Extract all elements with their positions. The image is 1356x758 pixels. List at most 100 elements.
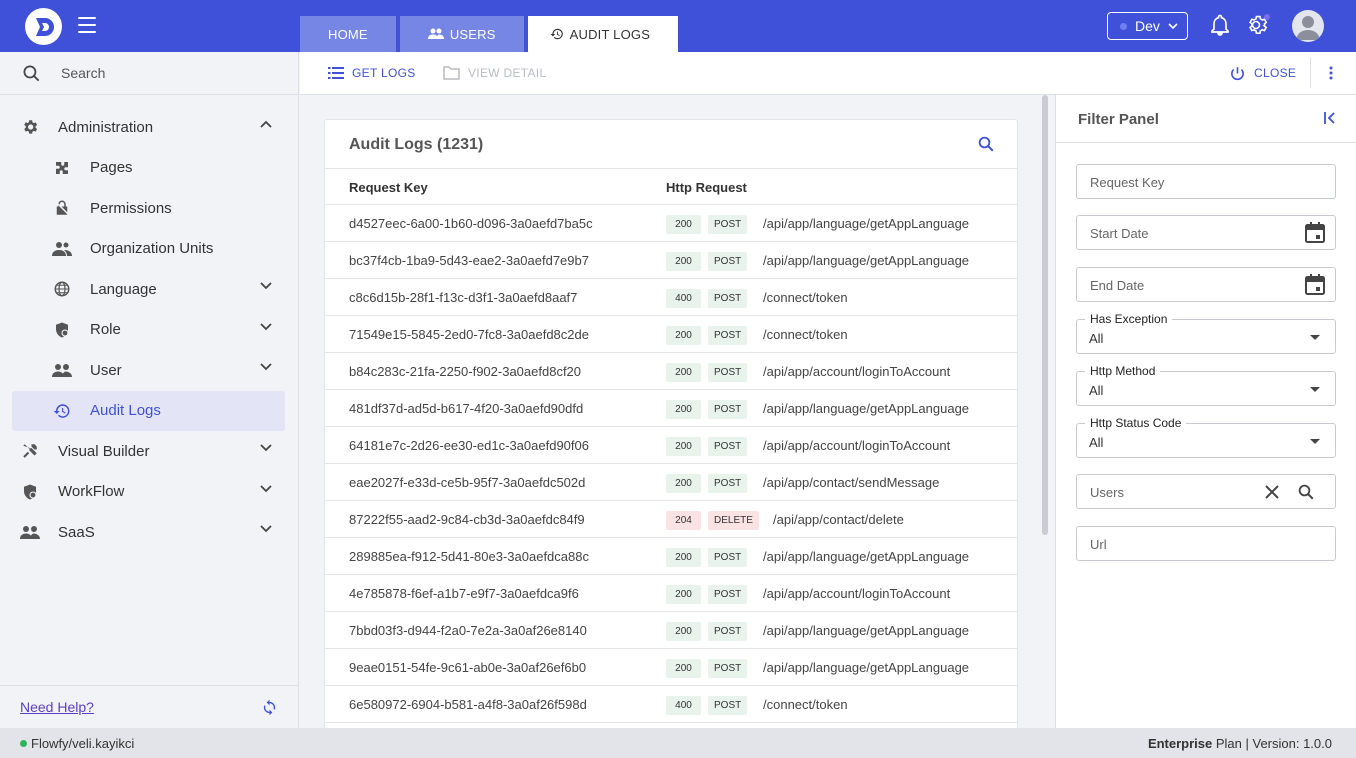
- users-field[interactable]: Users: [1076, 474, 1336, 509]
- search-icon[interactable]: [1297, 483, 1315, 501]
- sidebar-item-role[interactable]: Role: [0, 310, 298, 351]
- table-row[interactable]: 6e580972-6904-b581-a4f8-3a0af26f598d 400 P…: [325, 686, 1017, 723]
- app-logo[interactable]: [25, 8, 62, 45]
- need-help-link[interactable]: Need Help?: [20, 699, 94, 715]
- env-status-dot: [1120, 22, 1127, 30]
- tab-audit-logs-label: AUDIT LOGS: [569, 26, 651, 42]
- table-row[interactable]: 9eae0151-54fe-9c61-ab0e-3a0af26ef6b0 200 P…: [325, 649, 1017, 686]
- dropdown-caret-icon: [1310, 439, 1320, 444]
- method-badge: POST: [708, 363, 748, 382]
- http-status-code-label: Http Status Code: [1085, 416, 1187, 430]
- table-row[interactable]: 4e785878-f6ef-a1b7-e9f7-3a0aefdca9f6 200 P…: [325, 575, 1017, 612]
- method-badge: POST: [708, 696, 748, 715]
- status-badge: 200: [666, 474, 701, 493]
- has-exception-value: All: [1089, 331, 1104, 346]
- collapse-panel-icon[interactable]: [1324, 112, 1336, 124]
- sidebar-search-placeholder: Search: [61, 65, 106, 81]
- request-url-cell: /connect/token: [763, 697, 848, 712]
- request-url-cell: /api/app/language/getAppLanguage: [763, 253, 970, 268]
- environment-select[interactable]: Dev: [1107, 12, 1188, 40]
- request-key-cell: 481df37d-ad5d-b617-4f20-3a0aefd90dfd: [349, 401, 584, 416]
- sidebar-item-organization-units[interactable]: Organization Units: [0, 229, 298, 270]
- calendar-icon[interactable]: [1305, 274, 1325, 295]
- request-url-cell: /connect/token: [763, 327, 848, 342]
- refresh-icon[interactable]: [261, 699, 278, 716]
- http-method-select[interactable]: Http Method All: [1076, 364, 1336, 406]
- search-icon[interactable]: [977, 135, 995, 153]
- bell-icon[interactable]: [1208, 13, 1232, 37]
- table-row[interactable]: 71549e15-5845-2ed0-7fc8-3a0aefd8c2de 200 P…: [325, 316, 1017, 353]
- method-badge: POST: [708, 585, 748, 604]
- top-bar: HOME USERS AUDIT LOGS Dev: [0, 0, 1356, 52]
- table-row[interactable]: c8c6d15b-28f1-f13c-d3f1-3a0aefd8aaf7 400 P…: [325, 279, 1017, 316]
- close-button[interactable]: CLOSE: [1229, 52, 1296, 94]
- sidebar-item-label: Permissions: [90, 199, 172, 217]
- view-detail-button[interactable]: VIEW DETAIL: [443, 52, 546, 94]
- table-row[interactable]: 7bbd03f3-d944-f2a0-7e2a-3a0af26e8140 200 P…: [325, 612, 1017, 649]
- more-vertical-icon[interactable]: [1329, 66, 1333, 80]
- sidebar-item-permissions[interactable]: Permissions: [0, 188, 298, 229]
- card-title: Audit Logs (1231): [349, 136, 484, 153]
- plan-version: Plan | Version: 1.0.0: [1215, 736, 1332, 751]
- sidebar-nav: Administration Pages Permissions Organiz…: [0, 95, 298, 553]
- tab-home[interactable]: HOME: [300, 16, 396, 52]
- power-icon: [1231, 66, 1244, 80]
- sidebar-item-label: Administration: [58, 118, 154, 136]
- sidebar-item-label: Visual Builder: [58, 442, 150, 460]
- status-badge: 200: [666, 215, 701, 234]
- menu-toggle-icon[interactable]: [78, 17, 96, 33]
- table-row[interactable]: b84c283c-21fa-2250-f902-3a0aefd8cf20 200 P…: [325, 353, 1017, 390]
- group-icon: [52, 239, 72, 259]
- http-status-code-select[interactable]: Http Status Code All: [1076, 416, 1336, 458]
- sidebar-item-administration[interactable]: Administration: [0, 107, 298, 148]
- calendar-icon[interactable]: [1305, 222, 1325, 243]
- request-url-cell: /api/app/language/getAppLanguage: [763, 549, 970, 564]
- table-row[interactable]: d4527eec-6a00-1b60-d096-3a0aefd7ba5c 200 P…: [325, 205, 1017, 242]
- table-row[interactable]: 64181e7c-2d26-ee30-ed1c-3a0aefd90f06 200 P…: [325, 427, 1017, 464]
- gear-icon[interactable]: [1246, 13, 1270, 37]
- table-row[interactable]: 87222f55-aad2-9c84-cb3d-3a0aefdc84f9 204 D…: [325, 501, 1017, 538]
- sidebar-item-user[interactable]: User: [0, 350, 298, 391]
- users-icon: [427, 28, 444, 39]
- request-url-cell: /api/app/contact/sendMessage: [763, 475, 940, 490]
- get-logs-button[interactable]: GET LOGS: [328, 52, 416, 94]
- sidebar-item-visual-builder[interactable]: Visual Builder: [0, 431, 298, 472]
- status-user-label: Flowfy/veli.kayikci: [31, 736, 135, 751]
- sidebar-item-label: Pages: [90, 159, 133, 177]
- status-user: Flowfy/veli.kayikci: [20, 736, 134, 751]
- main-content: Audit Logs (1231) Request Key Http Reque…: [300, 95, 1042, 728]
- status-badge: 400: [666, 696, 701, 715]
- sidebar: Search Administration Pages Permissions …: [0, 52, 299, 728]
- table-row[interactable]: 481df37d-ad5d-b617-4f20-3a0aefd90dfd 200 P…: [325, 390, 1017, 427]
- table-row[interactable]: 289885ea-f912-5d41-80e3-3a0aefdca88c 200 P…: [325, 538, 1017, 575]
- history-icon: [52, 401, 72, 421]
- start-date-field[interactable]: Start Date: [1076, 215, 1336, 250]
- dropdown-caret-icon: [1310, 335, 1320, 340]
- request-key-cell: bc37f4cb-1ba9-5d43-eae2-3a0aefd7e9b7: [349, 253, 589, 268]
- sidebar-item-language[interactable]: Language: [0, 269, 298, 310]
- table-row[interactable]: eae2027f-e33d-ce5b-95f7-3a0aefdc502d 200 P…: [325, 464, 1017, 501]
- content-scrollbar[interactable]: [1042, 95, 1048, 535]
- request-url-cell: /api/app/contact/delete: [773, 512, 904, 527]
- method-badge: POST: [708, 326, 748, 345]
- tab-audit-logs[interactable]: AUDIT LOGS: [527, 16, 679, 52]
- tab-users[interactable]: USERS: [399, 16, 524, 52]
- has-exception-select[interactable]: Has Exception All: [1076, 312, 1336, 354]
- method-badge: POST: [708, 437, 748, 456]
- request-key-field[interactable]: Request Key: [1076, 164, 1336, 199]
- sidebar-item-saas[interactable]: SaaS: [0, 512, 298, 553]
- gear-icon: [20, 117, 40, 137]
- clear-icon[interactable]: [1265, 485, 1279, 499]
- avatar[interactable]: [1292, 10, 1324, 42]
- end-date-field[interactable]: End Date: [1076, 267, 1336, 302]
- status-badge: 200: [666, 548, 701, 567]
- column-http-request[interactable]: Http Request: [666, 180, 747, 195]
- sidebar-search[interactable]: Search: [0, 52, 298, 95]
- sidebar-item-audit-logs[interactable]: Audit Logs: [12, 390, 285, 431]
- sidebar-item-pages[interactable]: Pages: [0, 148, 298, 189]
- sidebar-item-workflow[interactable]: WorkFlow: [0, 472, 298, 513]
- url-field[interactable]: Url: [1076, 526, 1336, 561]
- column-request-key[interactable]: Request Key: [349, 180, 428, 195]
- table-row[interactable]: bc37f4cb-1ba9-5d43-eae2-3a0aefd7e9b7 200 P…: [325, 242, 1017, 279]
- request-key-cell: d4527eec-6a00-1b60-d096-3a0aefd7ba5c: [349, 216, 593, 231]
